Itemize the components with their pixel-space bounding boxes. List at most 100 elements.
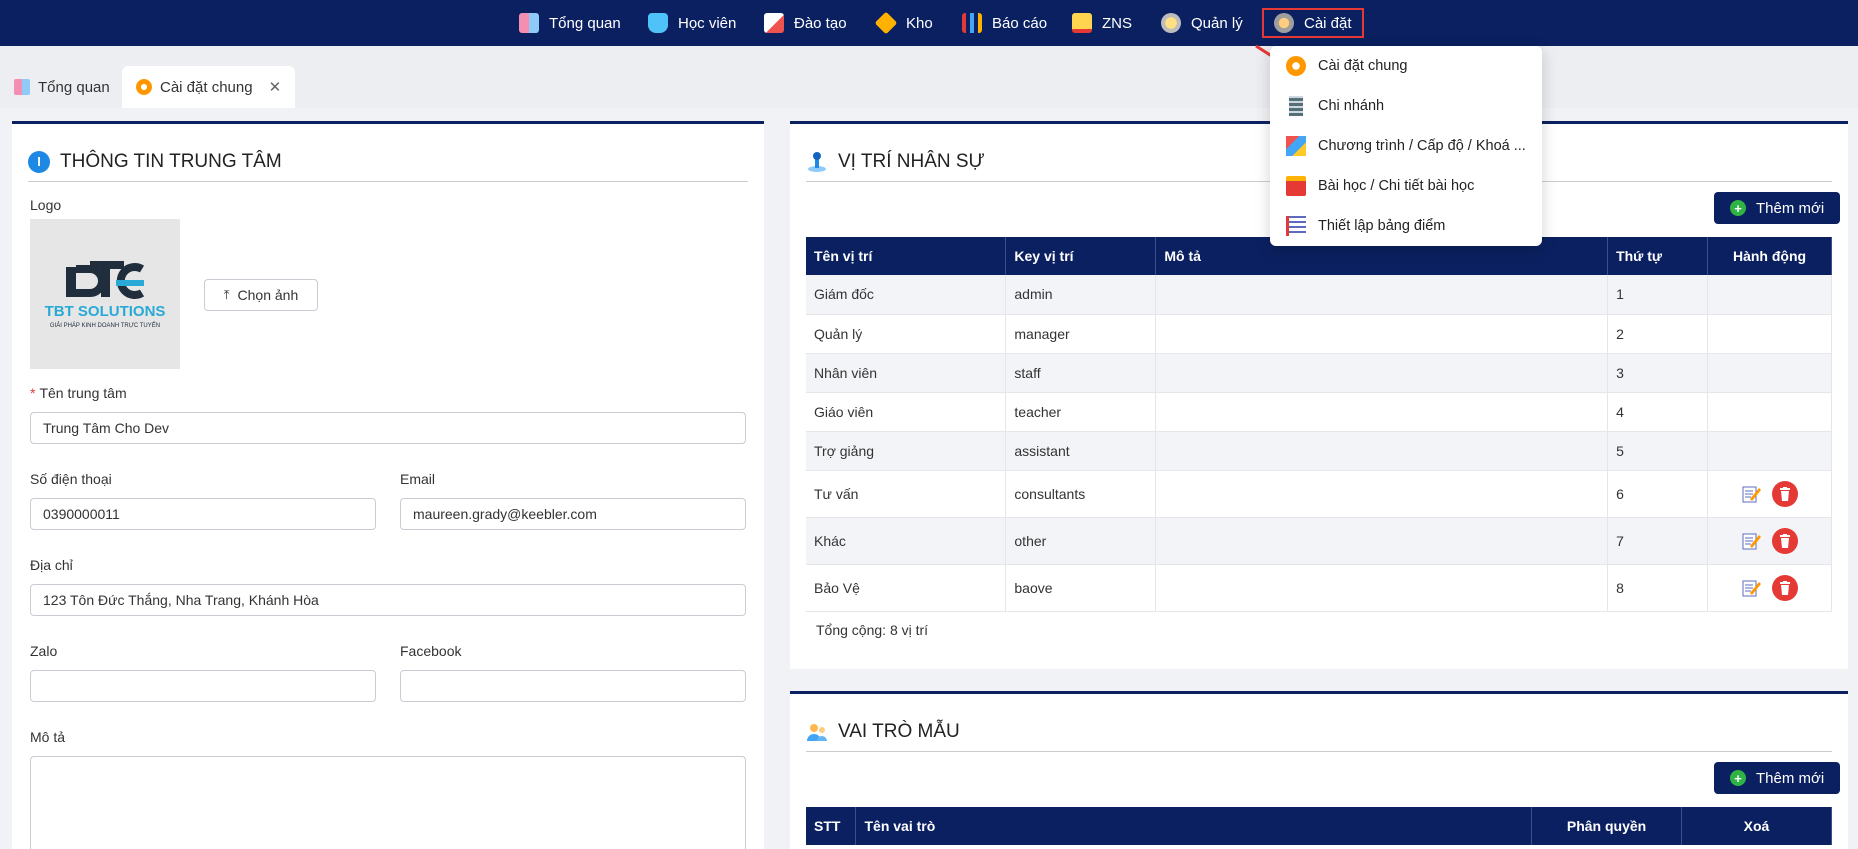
cell-key: manager [1005, 314, 1157, 354]
nav-label: Học viên [678, 14, 737, 32]
cell-actions [1707, 392, 1832, 432]
tabs-bar: Tổng quan Cài đặt chung ✕ [0, 46, 1858, 108]
table-row: Nhân viên staff 3 [806, 353, 1832, 393]
cell-name: Giám đốc [806, 275, 1007, 315]
nav-item-overview[interactable]: Tổng quan [519, 0, 621, 46]
building-icon [1289, 96, 1303, 116]
table-row: Tư vấn consultants 6 [806, 470, 1832, 518]
facebook-label: Facebook [400, 643, 462, 659]
col-header-order[interactable]: Thứ tự [1607, 237, 1709, 275]
cell-name: Tư vấn [806, 470, 1007, 518]
student-icon [648, 13, 668, 33]
lesson-icon [1286, 176, 1306, 196]
logo-subtext: GIẢI PHÁP KINH DOANH TRỰC TUYẾN [50, 322, 160, 329]
menu-item-label: Thiết lập bảng điểm [1318, 218, 1446, 234]
close-icon[interactable]: ✕ [269, 78, 282, 96]
edit-icon[interactable] [1742, 578, 1762, 598]
center-info-title-bar: i THÔNG TIN TRUNG TÂM [28, 142, 748, 182]
phone-label: Số điện thoại [30, 471, 112, 487]
phone-input[interactable] [30, 498, 376, 530]
tab-general-settings[interactable]: Cài đặt chung ✕ [122, 66, 296, 108]
col-header-name[interactable]: Tên vị trí [806, 237, 1007, 275]
nav-item-warehouse[interactable]: Kho [874, 0, 933, 46]
cell-order: 2 [1607, 314, 1709, 354]
cell-desc [1155, 470, 1609, 518]
cell-desc [1155, 275, 1609, 315]
nav-item-zns[interactable]: ZNS [1072, 0, 1132, 46]
edit-icon[interactable] [1742, 484, 1762, 504]
cell-actions [1707, 353, 1832, 393]
nav-label: Cài đặt [1304, 14, 1352, 32]
cell-desc [1155, 353, 1609, 393]
delete-icon[interactable] [1771, 527, 1798, 554]
center-name-label-text: Tên trung tâm [39, 385, 127, 401]
tbt-logo-mark: TBT SOLUTIONS GIẢI PHÁP KINH DOANH TRỰC … [45, 261, 166, 329]
settings-dropdown-menu: Cài đặt chung Chi nhánh Chương trình / C… [1270, 46, 1542, 246]
gears-icon [1286, 56, 1306, 76]
nav-label: Quản lý [1191, 14, 1243, 32]
cell-key: staff [1005, 353, 1157, 393]
zalo-label: Zalo [30, 643, 58, 659]
scoreboard-icon [1286, 216, 1306, 236]
cell-key: baove [1005, 564, 1157, 612]
cell-key: other [1005, 517, 1157, 565]
nav-item-settings[interactable]: Cài đặt [1262, 8, 1364, 38]
menu-item-label: Chi nhánh [1318, 98, 1385, 114]
nav-label: Báo cáo [992, 14, 1048, 32]
col-header-permissions: Phân quyền [1531, 807, 1683, 845]
nav-item-manage[interactable]: Quản lý [1161, 0, 1243, 46]
nav-item-training[interactable]: Đào tạo [764, 0, 847, 46]
col-header-stt: STT [806, 807, 857, 845]
center-name-input[interactable] [30, 412, 746, 444]
nav-label: Đào tạo [794, 14, 847, 32]
menu-item-branches[interactable]: Chi nhánh [1286, 86, 1384, 126]
cell-order: 5 [1607, 431, 1709, 471]
nav-label: ZNS [1102, 14, 1132, 32]
nav-item-report[interactable]: Báo cáo [962, 0, 1047, 46]
cell-name: Nhân viên [806, 353, 1007, 393]
facebook-input[interactable] [400, 670, 746, 702]
email-input[interactable] [400, 498, 746, 530]
tab-overview[interactable]: Tổng quan [0, 66, 124, 108]
positions-table-body: Giám đốc admin 1 Quản lý manager 2 Nhân viên st… [806, 275, 1832, 612]
menu-item-general-settings[interactable]: Cài đặt chung [1286, 46, 1407, 86]
delete-icon[interactable] [1771, 574, 1798, 601]
menu-item-lessons[interactable]: Bài học / Chi tiết bài học [1286, 166, 1474, 206]
col-header-key[interactable]: Key vị trí [1005, 237, 1157, 275]
logo-text: TBT SOLUTIONS [45, 303, 166, 320]
table-row: Giám đốc admin 1 [806, 275, 1832, 315]
menu-item-scoreboard[interactable]: Thiết lập bảng điểm [1286, 206, 1445, 246]
cell-actions [1707, 275, 1832, 315]
menu-item-programs[interactable]: Chương trình / Cấp độ / Khoá ... [1286, 126, 1526, 166]
choose-image-button[interactable]: ⤒ Chọn ảnh [204, 279, 318, 311]
nav-item-students[interactable]: Học viên [648, 0, 736, 46]
delete-icon[interactable] [1771, 480, 1798, 507]
description-label: Mô tả [30, 729, 66, 745]
menu-item-label: Cài đặt chung [1318, 58, 1408, 74]
cell-desc [1155, 314, 1609, 354]
cell-order: 7 [1607, 517, 1709, 565]
cell-desc [1155, 564, 1609, 612]
required-mark: * [30, 385, 36, 401]
zalo-input[interactable] [30, 670, 376, 702]
training-icon [764, 13, 784, 33]
edit-icon[interactable] [1742, 531, 1762, 551]
description-textarea[interactable] [30, 756, 746, 849]
choose-image-label: Chọn ảnh [237, 287, 299, 303]
roles-table: STT Tên vai trò Phân quyền Xoá [806, 807, 1832, 845]
col-header-delete: Xoá [1681, 807, 1832, 845]
address-label: Địa chỉ [30, 557, 73, 573]
manage-icon [1161, 13, 1181, 33]
cell-name: Quản lý [806, 314, 1007, 354]
col-header-role-name[interactable]: Tên vai trò [855, 807, 1533, 845]
cell-desc [1155, 431, 1609, 471]
upload-icon: ⤒ [223, 287, 230, 302]
cell-name: Trợ giảng [806, 431, 1007, 471]
cell-order: 1 [1607, 275, 1709, 315]
add-role-button[interactable]: + Thêm mới [1714, 762, 1841, 794]
address-input[interactable] [30, 584, 746, 616]
gears-icon [136, 79, 152, 95]
cell-order: 8 [1607, 564, 1709, 612]
add-position-button[interactable]: + Thêm mới [1714, 192, 1841, 224]
table-row: Quản lý manager 2 [806, 314, 1832, 354]
